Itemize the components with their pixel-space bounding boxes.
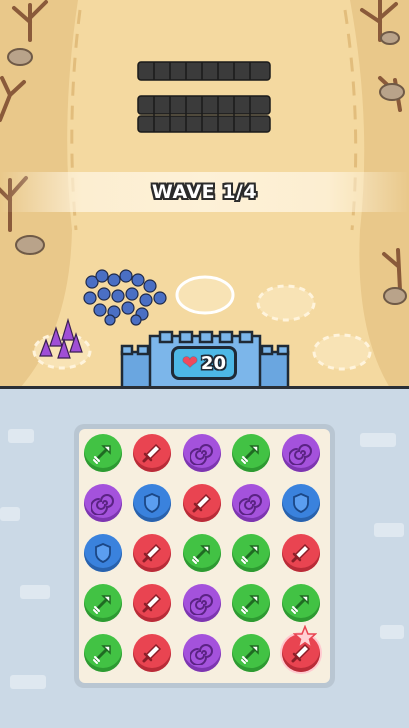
gem-sword[interactable]: [281, 534, 320, 572]
star-icon: [292, 624, 318, 653]
gem-sword[interactable]: [133, 634, 172, 672]
background-tile: [8, 429, 34, 443]
sword-icon: [140, 591, 164, 615]
magic-swirl-icon: [288, 441, 313, 465]
battlefield: WAVE 1/4 ❤ 20: [0, 0, 409, 388]
puzzle-area: [0, 389, 409, 728]
gem-arrow[interactable]: [232, 584, 271, 622]
background-tile: [374, 523, 404, 537]
gem-sword[interactable]: [281, 624, 320, 672]
wave-label: WAVE 1/4: [151, 181, 258, 203]
arrow-icon: [289, 591, 313, 615]
magic-swirl-icon: [239, 491, 263, 515]
gem-sword[interactable]: [133, 534, 172, 572]
arrow-icon: [239, 591, 263, 615]
arrow-icon: [239, 641, 263, 665]
gem-arrow[interactable]: [281, 584, 320, 622]
background-tile: [20, 585, 50, 599]
sword-icon: [190, 491, 214, 515]
gem-magic[interactable]: [182, 584, 221, 622]
arrow-icon: [91, 441, 115, 465]
shield-icon: [289, 491, 313, 515]
magic-swirl-icon: [91, 491, 115, 515]
selected-deploy-slot: [175, 275, 235, 315]
magic-swirl-icon: [189, 441, 214, 465]
gem-sword[interactable]: [133, 584, 172, 622]
gem-sword[interactable]: [182, 484, 221, 522]
arrow-icon: [239, 541, 263, 565]
magic-swirl-icon: [189, 641, 214, 665]
gem-magic[interactable]: [232, 484, 271, 522]
match-board: [74, 424, 335, 688]
gem-shield[interactable]: [133, 484, 172, 522]
shield-icon: [91, 541, 115, 565]
gem-arrow[interactable]: [232, 534, 271, 572]
board-grid: [79, 429, 330, 683]
shield-icon: [140, 491, 164, 515]
background-tile: [10, 675, 46, 689]
castle-health-badge: ❤ 20: [171, 346, 237, 380]
wave-banner: WAVE 1/4: [0, 172, 409, 212]
arrow-icon: [190, 541, 214, 565]
arrow-icon: [91, 591, 115, 615]
sword-icon: [289, 541, 313, 565]
gem-magic[interactable]: [182, 634, 221, 672]
background-tile: [0, 507, 20, 521]
arrow-icon: [239, 441, 263, 465]
gem-arrow[interactable]: [84, 434, 122, 472]
gem-magic[interactable]: [84, 484, 122, 522]
gem-arrow[interactable]: [182, 534, 221, 572]
castle-health-value: 20: [200, 352, 226, 374]
background-tile: [360, 433, 396, 447]
gem-magic[interactable]: [182, 434, 221, 472]
sword-icon: [140, 541, 164, 565]
gem-magic[interactable]: [281, 434, 320, 472]
gem-arrow[interactable]: [232, 434, 271, 472]
enemy-army: [137, 61, 271, 133]
arrow-icon: [91, 641, 115, 665]
gem-arrow[interactable]: [84, 634, 122, 672]
background-tile: [380, 625, 404, 639]
gem-arrow[interactable]: [84, 584, 122, 622]
sword-icon: [140, 641, 164, 665]
gem-shield[interactable]: [84, 534, 122, 572]
heart-icon: ❤: [182, 351, 198, 374]
gem-sword[interactable]: [133, 434, 172, 472]
gem-arrow[interactable]: [232, 634, 271, 672]
magic-swirl-icon: [189, 591, 214, 615]
sword-icon: [140, 441, 164, 465]
gem-shield[interactable]: [281, 484, 320, 522]
